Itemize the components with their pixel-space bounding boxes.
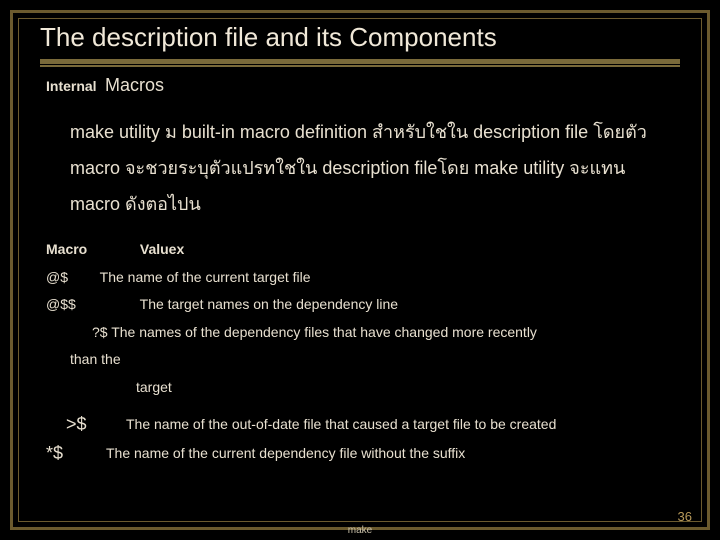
table-row: ?$ The names of the dependency files tha… [92, 323, 680, 343]
col-value: Valuex [140, 241, 184, 257]
macro-desc: The name of the current dependency file … [106, 441, 680, 466]
table-row: @$$ The target names on the dependency l… [46, 295, 680, 315]
macro-name: ?$ [92, 324, 108, 340]
table-row: >$ The name of the out-of-date file that… [66, 412, 680, 437]
subheading: Internal Macros [46, 75, 680, 96]
table-row: *$ The name of the current dependency fi… [46, 441, 680, 466]
macro-desc: The name of the current target file [100, 269, 311, 285]
macro-desc: The names of the dependency files that h… [111, 324, 537, 340]
page-title: The description file and its Components [40, 22, 680, 53]
table-header: Macro Valuex [46, 240, 680, 260]
col-macro: Macro [46, 240, 136, 260]
slide-content: The description file and its Components … [40, 22, 680, 518]
macro-desc: The target names on the dependency line [140, 296, 398, 312]
divider-thin [40, 65, 680, 67]
body-paragraph: make utility ม built-in macro definition… [70, 114, 670, 222]
page-number: 36 [678, 509, 692, 524]
divider-thick [40, 59, 680, 64]
macro-name: >$ [66, 412, 126, 437]
footer-label: make [0, 525, 720, 536]
table-row: @$ The name of the current target file [46, 268, 680, 288]
macro-desc: The name of the out-of-date file that ca… [126, 412, 680, 437]
table-row-cont: than the [70, 350, 680, 370]
macro-name: @$ [46, 268, 96, 288]
macro-table: Macro Valuex @$ The name of the current … [46, 240, 680, 466]
subhead-main: Macros [105, 75, 164, 95]
macro-name: @$$ [46, 295, 136, 315]
subhead-prefix: Internal [46, 78, 97, 94]
macro-name: *$ [46, 441, 106, 466]
table-row-cont: target [136, 378, 680, 398]
